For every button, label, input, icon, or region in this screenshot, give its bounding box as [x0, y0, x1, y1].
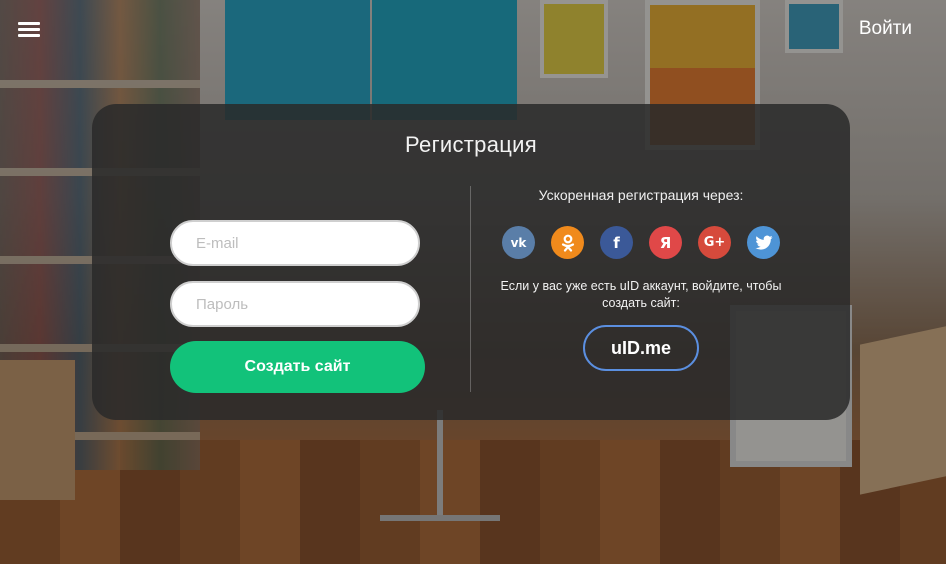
odnoklassniki-icon[interactable] — [551, 226, 584, 259]
login-link[interactable]: Войти — [859, 18, 912, 40]
hamburger-menu-icon[interactable] — [18, 22, 40, 38]
twitter-bird-glyph — [754, 235, 772, 250]
quick-registration-title: Ускоренная регистрация через: — [538, 187, 744, 203]
email-field[interactable] — [170, 220, 420, 266]
social-buttons: vk f Я G+ — [488, 226, 794, 259]
page: Войти Регистрация Создать сайт Ускоренна… — [0, 0, 946, 564]
quick-registration-panel: Ускоренная регистрация через: vk f Я G+ — [488, 186, 794, 371]
twitter-icon[interactable] — [747, 226, 780, 259]
registration-modal: Регистрация Создать сайт Ускоренная реги… — [92, 104, 850, 420]
odnoklassniki-glyph — [561, 234, 574, 252]
password-field[interactable] — [170, 281, 420, 327]
facebook-icon[interactable]: f — [600, 226, 633, 259]
modal-title: Регистрация — [405, 132, 537, 157]
uid-login-button[interactable]: uID.me — [583, 325, 699, 371]
column-divider — [470, 186, 471, 392]
google-plus-icon[interactable]: G+ — [698, 226, 731, 259]
vk-icon[interactable]: vk — [502, 226, 535, 259]
yandex-icon[interactable]: Я — [649, 226, 682, 259]
uid-note: Если у вас уже есть uID аккаунт, войдите… — [500, 279, 782, 310]
create-site-button[interactable]: Создать сайт — [170, 341, 425, 393]
